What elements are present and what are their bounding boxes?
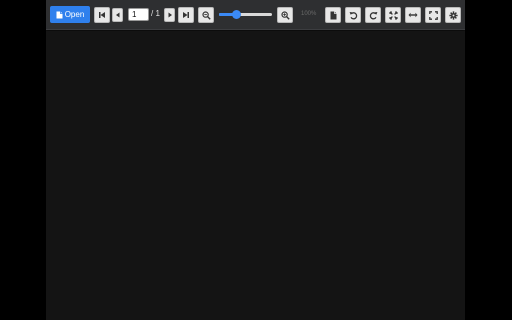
page-fit-button[interactable] (325, 7, 341, 23)
first-page-button[interactable] (94, 7, 110, 23)
pdf-viewer-app: Open 1 / 1 100% (46, 0, 465, 320)
zoom-out-icon (201, 10, 211, 20)
fit-page-button[interactable] (385, 7, 401, 23)
rotate-right-button[interactable] (365, 7, 381, 23)
zoom-slider-thumb[interactable] (232, 10, 242, 19)
fit-page-icon (388, 10, 398, 20)
rotate-right-icon (369, 11, 377, 19)
zoom-slider[interactable] (219, 9, 272, 21)
fit-width-button[interactable] (405, 7, 421, 23)
file-icon (56, 11, 63, 18)
settings-icon (448, 10, 458, 20)
open-button-label: Open (64, 9, 85, 19)
fit-width-icon (408, 12, 418, 18)
zoom-in-icon (280, 10, 290, 20)
last-page-button[interactable] (178, 7, 194, 23)
last-page-icon (183, 12, 189, 18)
document-viewport[interactable] (46, 31, 465, 320)
first-page-icon (99, 12, 105, 18)
zoom-level-label: 100% (301, 11, 317, 17)
settings-button[interactable] (445, 7, 461, 23)
rotate-left-icon (349, 11, 357, 19)
zoom-in-button[interactable] (277, 7, 293, 23)
page-fit-icon (330, 11, 336, 19)
next-page-icon (168, 12, 172, 18)
fullscreen-button[interactable] (425, 7, 441, 23)
fullscreen-icon (428, 10, 438, 20)
previous-page-icon (115, 12, 119, 18)
zoom-out-button[interactable] (198, 7, 214, 23)
page-total-label: / 1 (151, 9, 160, 18)
next-page-button[interactable] (164, 8, 175, 22)
open-button[interactable]: Open (50, 6, 90, 23)
toolbar: Open 1 / 1 100% (46, 0, 465, 30)
page-number-input[interactable]: 1 (128, 8, 149, 21)
rotate-left-button[interactable] (345, 7, 361, 23)
previous-page-button[interactable] (112, 8, 123, 22)
